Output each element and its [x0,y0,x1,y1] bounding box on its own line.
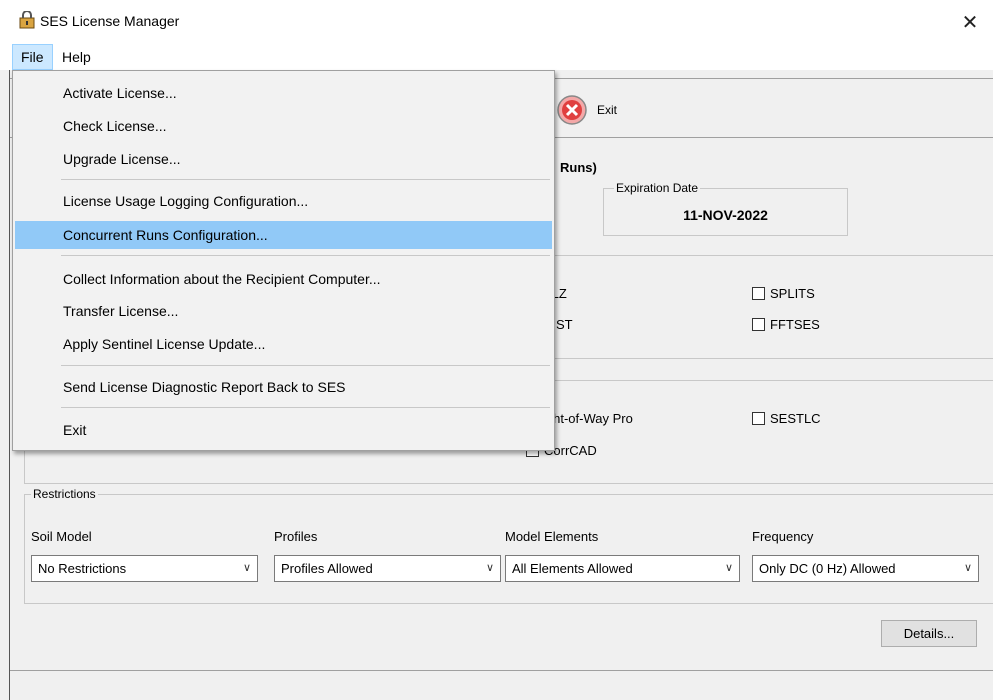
menu-item-concurrent-runs[interactable]: Concurrent Runs Configuration... [15,221,552,249]
close-icon: ✕ [961,11,979,34]
exit-icon [557,95,587,125]
menu-item-check-license[interactable]: Check License... [15,112,552,140]
chevron-down-icon: ∨ [724,562,733,574]
menu-item-license-usage-logging[interactable]: License Usage Logging Configuration... [15,187,552,215]
menu-bar: File Help [0,44,993,70]
module-checkbox-right-of-way-pro[interactable]: ight-of-Way Pro [543,411,633,426]
model-elements-select[interactable]: All Elements Allowed ∨ [505,555,740,582]
module-checkbox-fftses[interactable]: FFTSES [752,317,820,332]
menu-separator [61,255,550,256]
menu-separator [61,407,550,408]
chevron-down-icon: ∨ [242,562,251,574]
module-checkbox-sestlc[interactable]: SESTLC [752,411,821,426]
menu-separator [61,179,550,180]
title-bar: SES License Manager ✕ [0,0,993,44]
menu-file[interactable]: File [12,44,53,70]
checkbox-box[interactable] [752,287,765,300]
menu-help[interactable]: Help [54,44,99,70]
window-title: SES License Manager [40,13,180,29]
menu-item-activate-license[interactable]: Activate License... [15,79,552,107]
expiration-value: 11-NOV-2022 [683,207,768,223]
module-label: SPLITS [770,286,815,301]
checkbox-box[interactable] [752,412,765,425]
license-section-title: Runs) [560,160,597,175]
menu-item-send-diagnostic-report[interactable]: Send License Diagnostic Report Back to S… [15,373,552,401]
expiration-box: Expiration Date 11-NOV-2022 [603,181,848,236]
divider [10,670,993,671]
select-value: Profiles Allowed [281,561,373,576]
menu-item-transfer-license[interactable]: Transfer License... [15,297,552,325]
menu-separator [61,365,550,366]
profiles-select[interactable]: Profiles Allowed ∨ [274,555,501,582]
exit-tool-button[interactable]: Exit [555,93,617,127]
chevron-down-icon: ∨ [485,562,494,574]
details-button[interactable]: Details... [881,620,977,647]
restrictions-legend: Restrictions [31,487,98,501]
chevron-down-icon: ∨ [963,562,972,574]
soil-model-select[interactable]: No Restrictions ∨ [31,555,258,582]
lock-icon [19,11,35,29]
module-checkbox-splits[interactable]: SPLITS [752,286,815,301]
module-label: ight-of-Way Pro [543,411,633,426]
model-elements-label: Model Elements [505,529,599,544]
expiration-label: Expiration Date [614,181,701,195]
exit-tool-label: Exit [597,103,618,117]
menu-item-exit[interactable]: Exit [15,416,552,444]
menu-item-collect-information[interactable]: Collect Information about the Recipient … [15,265,552,293]
file-menu-dropdown: Activate License... Check License... Upg… [12,70,555,451]
select-value: All Elements Allowed [512,561,633,576]
profiles-label: Profiles [274,529,318,544]
frequency-label: Frequency [752,529,814,544]
module-label: FFTSES [770,317,820,332]
select-value: No Restrictions [38,561,127,576]
restrictions-group: Restrictions Soil Model No Restrictions … [24,487,993,604]
menu-item-apply-sentinel-update[interactable]: Apply Sentinel License Update... [15,330,552,358]
close-button[interactable]: ✕ [947,0,993,44]
module-label: SESTLC [770,411,821,426]
frequency-select[interactable]: Only DC (0 Hz) Allowed ∨ [752,555,979,582]
select-value: Only DC (0 Hz) Allowed [759,561,896,576]
soil-model-label: Soil Model [31,529,92,544]
menu-item-upgrade-license[interactable]: Upgrade License... [15,145,552,173]
checkbox-box[interactable] [752,318,765,331]
